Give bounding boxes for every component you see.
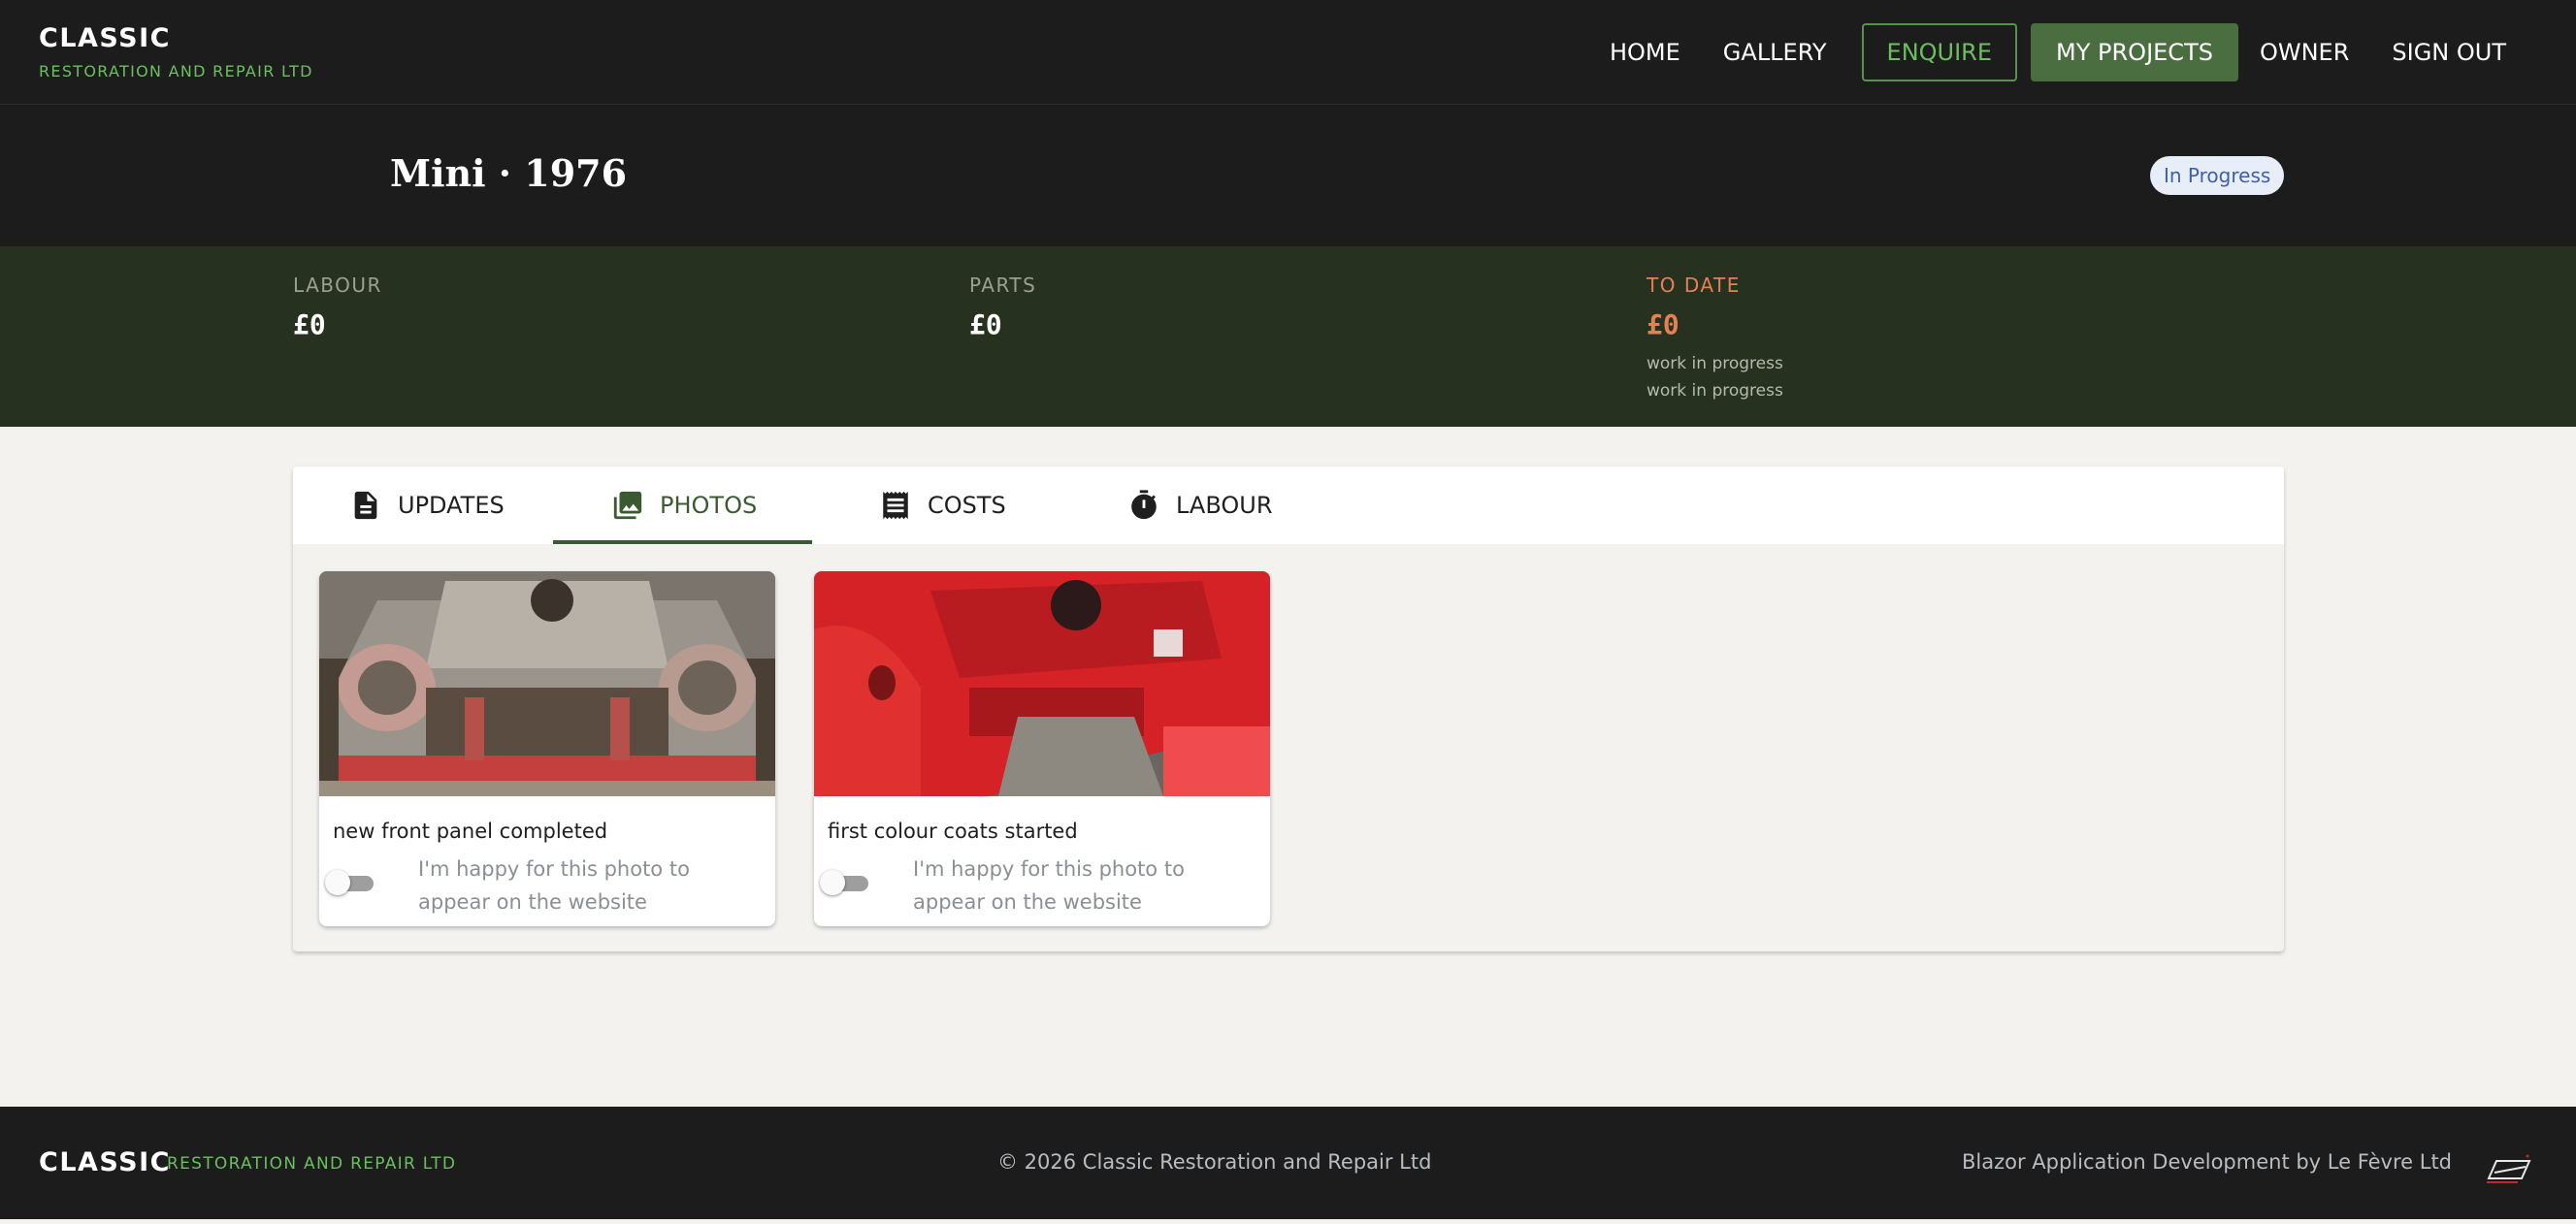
to-date-note: work in progress work in progress <box>1647 350 1783 404</box>
tab-costs-label: COSTS <box>928 492 1006 519</box>
document-icon <box>354 491 377 520</box>
publish-toggle-label: I'm happy for this photo to appear on th… <box>418 857 690 914</box>
nav-owner[interactable]: OWNER <box>2238 23 2370 81</box>
brand-name[interactable]: CLASSIC <box>39 23 171 53</box>
labour-cost: LABOUR £0 <box>293 274 382 340</box>
photo-card: first colour coats started I'm happy for… <box>814 571 1270 926</box>
publish-toggle[interactable] <box>820 868 874 897</box>
tab-updates[interactable]: UPDATES <box>349 467 505 544</box>
photo-caption: new front panel completed <box>333 820 608 843</box>
tab-photos[interactable]: PHOTOS <box>611 467 757 544</box>
to-date-note-line: work in progress <box>1647 354 1783 373</box>
top-navbar: CLASSIC RESTORATION AND REPAIR LTD HOME … <box>0 0 2576 105</box>
tab-costs[interactable]: COSTS <box>879 467 1006 544</box>
tab-labour-label: LABOUR <box>1176 492 1273 519</box>
toggle-thumb <box>325 870 350 895</box>
project-title: Mini · 1976 <box>390 151 628 195</box>
parts-cost-label: PARTS <box>969 274 1037 297</box>
footer-brand-subtitle: RESTORATION AND REPAIR LTD <box>167 1154 457 1174</box>
nav-my-projects-button[interactable]: MY PROJECTS <box>2031 23 2238 81</box>
nav-sign-out[interactable]: SIGN OUT <box>2370 23 2527 81</box>
car-body-photo[interactable] <box>814 571 1270 796</box>
main-nav: HOME GALLERY ENQUIRE MY PROJECTS OWNER S… <box>1588 23 2527 81</box>
tab-updates-label: UPDATES <box>398 492 505 519</box>
nav-enquire-button[interactable]: ENQUIRE <box>1861 23 2018 81</box>
publish-toggle[interactable] <box>325 868 379 897</box>
active-tab-indicator <box>553 540 812 544</box>
labour-cost-label: LABOUR <box>293 274 382 297</box>
nav-home[interactable]: HOME <box>1588 23 1702 81</box>
publish-toggle-label: I'm happy for this photo to appear on th… <box>913 857 1185 914</box>
project-header: Mini · 1976 In Progress <box>0 105 2576 246</box>
to-date-label: TO DATE <box>1647 274 1741 297</box>
labour-cost-value: £0 <box>293 308 326 340</box>
timer-icon <box>1131 490 1157 520</box>
to-date-cost: TO DATE £0 work in progress work in prog… <box>1647 274 1783 404</box>
photo-card: new front panel completed I'm happy for … <box>319 571 775 926</box>
footer-copyright: © 2026 Classic Restoration and Repair Lt… <box>997 1150 1432 1174</box>
developer-logo-icon[interactable] <box>2479 1153 2535 1186</box>
receipt-icon <box>883 491 908 520</box>
parts-cost: PARTS £0 <box>969 274 1036 340</box>
project-tabs-card: UPDATES PHOTOS COSTS LABOUR new front pa… <box>293 467 2284 951</box>
car-body-photo[interactable] <box>319 571 775 796</box>
toggle-thumb <box>820 870 845 895</box>
footer-brand: CLASSIC <box>39 1147 171 1177</box>
parts-cost-value: £0 <box>969 308 1002 340</box>
tab-photos-label: PHOTOS <box>660 492 758 519</box>
to-date-value: £0 <box>1647 308 1679 340</box>
tab-bar: UPDATES PHOTOS COSTS LABOUR <box>293 467 2284 544</box>
to-date-note-line: work in progress <box>1647 381 1783 401</box>
status-badge: In Progress <box>2150 156 2285 195</box>
footer-credit-link[interactable]: Blazor Application Development by Le Fèv… <box>1962 1150 2452 1174</box>
photo-caption: first colour coats started <box>828 820 1078 843</box>
cost-summary: LABOUR £0 PARTS £0 TO DATE £0 work in pr… <box>0 246 2576 427</box>
brand-subtitle: RESTORATION AND REPAIR LTD <box>39 62 313 81</box>
footer: CLASSIC RESTORATION AND REPAIR LTD © 202… <box>0 1107 2576 1219</box>
tab-labour[interactable]: LABOUR <box>1127 467 1273 544</box>
photo-library-icon <box>613 491 642 520</box>
nav-gallery[interactable]: GALLERY <box>1702 23 1848 81</box>
